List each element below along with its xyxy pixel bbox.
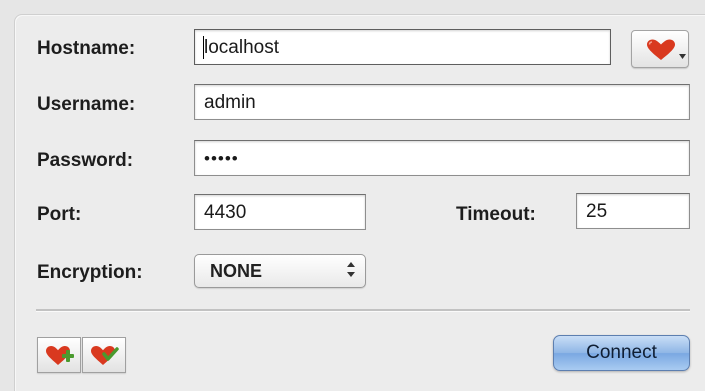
connect-button[interactable]: Connect [553, 335, 690, 371]
encryption-select[interactable]: NONE [194, 254, 366, 288]
port-field[interactable]: 4430 [194, 194, 366, 230]
add-favorite-button[interactable] [37, 337, 81, 373]
timeout-value: 25 [586, 201, 608, 222]
password-label: Password: [37, 150, 134, 171]
port-value: 4430 [204, 202, 247, 223]
port-label: Port: [37, 204, 82, 225]
chevron-down-icon [679, 54, 686, 59]
hostname-field[interactable]: localhost [194, 29, 611, 65]
username-field[interactable]: admin [194, 84, 690, 120]
username-label: Username: [37, 94, 136, 115]
stepper-arrows-icon [347, 259, 355, 281]
username-value: admin [204, 92, 256, 113]
separator [36, 309, 690, 312]
favorites-menu-button[interactable] [631, 30, 689, 68]
timeout-label: Timeout: [456, 204, 536, 225]
encryption-value: NONE [210, 261, 263, 281]
heart-remove-icon [90, 345, 120, 367]
hostname-value: localhost [204, 37, 279, 58]
encryption-label: Encryption: [37, 262, 143, 283]
heart-add-icon [45, 345, 75, 367]
heart-icon [646, 39, 676, 61]
hostname-label: Hostname: [37, 38, 136, 59]
password-field[interactable]: ••••• [194, 140, 690, 176]
password-value: ••••• [204, 149, 239, 168]
timeout-field[interactable]: 25 [576, 193, 690, 229]
remove-favorite-button[interactable] [82, 337, 126, 373]
